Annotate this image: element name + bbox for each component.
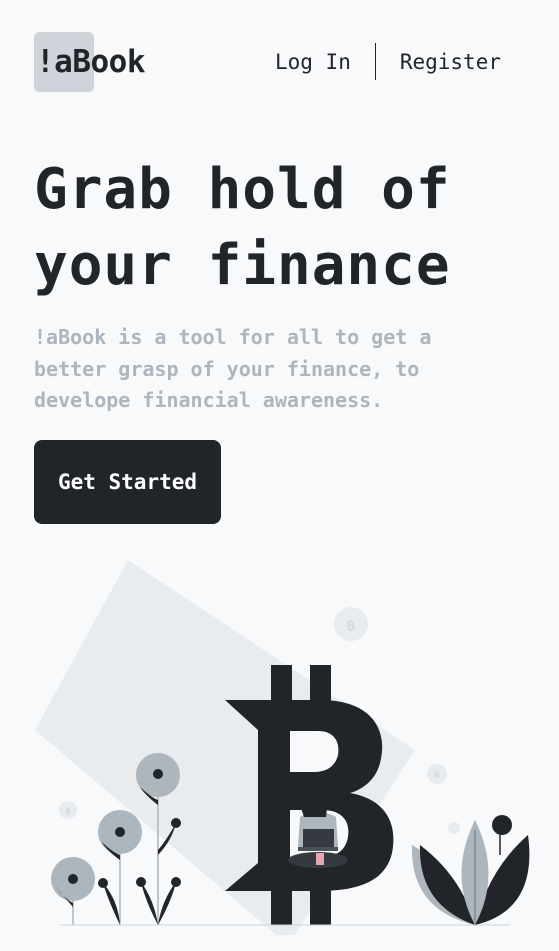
coin-icon: ฿ — [334, 607, 368, 641]
nav-divider — [374, 43, 376, 80]
get-started-button[interactable]: Get Started — [34, 440, 221, 524]
hero-subtitle: !aBook is a tool for all to get a better… — [34, 322, 504, 417]
coin-icon: ฿ — [59, 801, 77, 819]
leaf-plant-icon — [411, 815, 530, 925]
logo-text: !aBook — [36, 44, 145, 80]
register-link[interactable]: Register — [400, 50, 501, 74]
hero-subtitle-line-2: better grasp of your finance, to — [34, 356, 420, 381]
hero-illustration: ฿ ฿ ฿ — [35, 560, 530, 935]
coin-icon: ฿ — [427, 764, 447, 784]
login-link[interactable]: Log In — [275, 50, 351, 74]
svg-text:฿: ฿ — [347, 618, 356, 634]
hero-title-line-1: Grab hold of — [34, 157, 451, 222]
hero-title: Grab hold of your finance — [34, 152, 451, 304]
hero-title-line-2: your finance — [34, 233, 451, 298]
flower-plant-icon — [98, 810, 142, 925]
svg-text:฿: ฿ — [65, 807, 71, 817]
top-nav: Log In Register — [275, 43, 501, 80]
hero-subtitle-line-1: !aBook is a tool for all to get a — [34, 325, 432, 349]
flower-plant-icon — [51, 857, 95, 925]
hero-subtitle-line-3: develope financial awareness. — [34, 388, 384, 412]
coin-icon — [448, 822, 460, 834]
svg-text:฿: ฿ — [434, 770, 440, 781]
